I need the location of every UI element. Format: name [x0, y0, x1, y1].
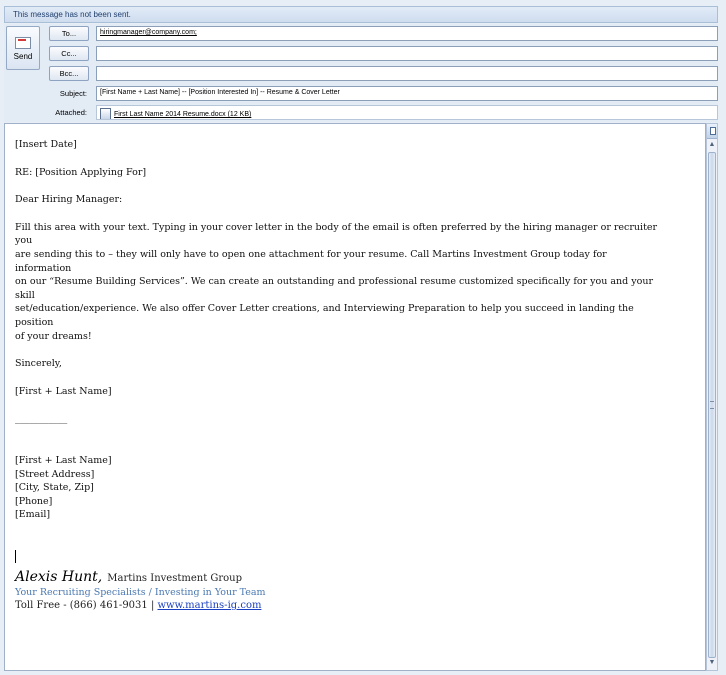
paragraph-line: Fill this area with your text. Typing in… [15, 221, 658, 247]
contact-city: [City, State, Zip] [15, 482, 94, 494]
paragraph-line: of your dreams! [15, 330, 92, 342]
contact-name: [First + Last Name] [15, 454, 112, 466]
unsent-notice-text: This message has not been sent. [13, 10, 131, 19]
to-button[interactable]: To... [49, 26, 89, 41]
cc-button[interactable]: Cc... [49, 46, 89, 61]
re-line: RE: [Position Applying For] [15, 166, 147, 178]
attachment-field[interactable]: First Last Name 2014 Resume.docx (12 KB) [96, 105, 718, 120]
unsent-notice-bar: This message has not been sent. [4, 6, 718, 23]
send-button-label: Send [13, 52, 33, 61]
envelope-icon [15, 37, 31, 49]
signature-phone: Toll Free - (866) 461-9031 | [15, 600, 155, 611]
message-header: Send To... hiringmanager@company.com; Cc… [4, 24, 718, 122]
contact-email: [Email] [15, 509, 51, 521]
to-field-value: hiringmanager@company.com; [100, 29, 197, 36]
scroll-down-arrow-icon[interactable]: ▼ [708, 658, 716, 668]
scroll-up-arrow-icon[interactable]: ▲ [708, 140, 716, 150]
bcc-button[interactable]: Bcc... [49, 66, 89, 81]
signature-tagline: Your Recruiting Specialists / Investing … [15, 587, 266, 598]
to-field[interactable]: hiringmanager@company.com; [96, 26, 718, 41]
date-line: [Insert Date] [15, 139, 77, 150]
signature-website-link[interactable]: www.martins-ig.com [158, 600, 262, 611]
contact-street: [Street Address] [15, 468, 95, 480]
subject-field[interactable]: [First Name + Last Name] -- [Position In… [96, 86, 718, 101]
greeting: Dear Hiring Manager: [15, 194, 123, 206]
cc-field[interactable] [96, 46, 718, 61]
closing: Sincerely, [15, 358, 62, 370]
email-signature: Alexis Hunt, Martins Investment Group Yo… [15, 566, 266, 611]
attachment-link[interactable]: First Last Name 2014 Resume.docx (12 KB) [114, 111, 251, 118]
attached-label: Attached: [55, 108, 87, 117]
message-body-text[interactable]: [Insert Date] RE: [Position Applying For… [15, 138, 665, 563]
bcc-field[interactable] [96, 66, 718, 81]
text-cursor [15, 549, 16, 563]
signature-rule: ___________ [15, 413, 68, 425]
signature-name: Alexis Hunt, [15, 569, 103, 585]
document-icon [100, 108, 111, 119]
name-line: [First + Last Name] [15, 385, 112, 397]
paragraph-line: are sending this to – they will only hav… [15, 248, 607, 274]
message-body[interactable]: [Insert Date] RE: [Position Applying For… [4, 123, 706, 671]
paragraph-line: on our “Resume Building Services”. We ca… [15, 276, 653, 301]
scroll-thumb[interactable] [708, 152, 716, 658]
subject-label: Subject: [59, 89, 87, 98]
signature-company: Martins Investment Group [107, 573, 243, 584]
grip-icon [710, 401, 714, 409]
paragraph-line: set/education/experience. We also offer … [15, 303, 634, 328]
send-button[interactable]: Send [6, 26, 40, 70]
contact-phone: [Phone] [15, 495, 53, 507]
vertical-scrollbar[interactable]: ▲ ▼ [706, 123, 718, 671]
ruler-toggle-icon[interactable] [707, 124, 717, 139]
